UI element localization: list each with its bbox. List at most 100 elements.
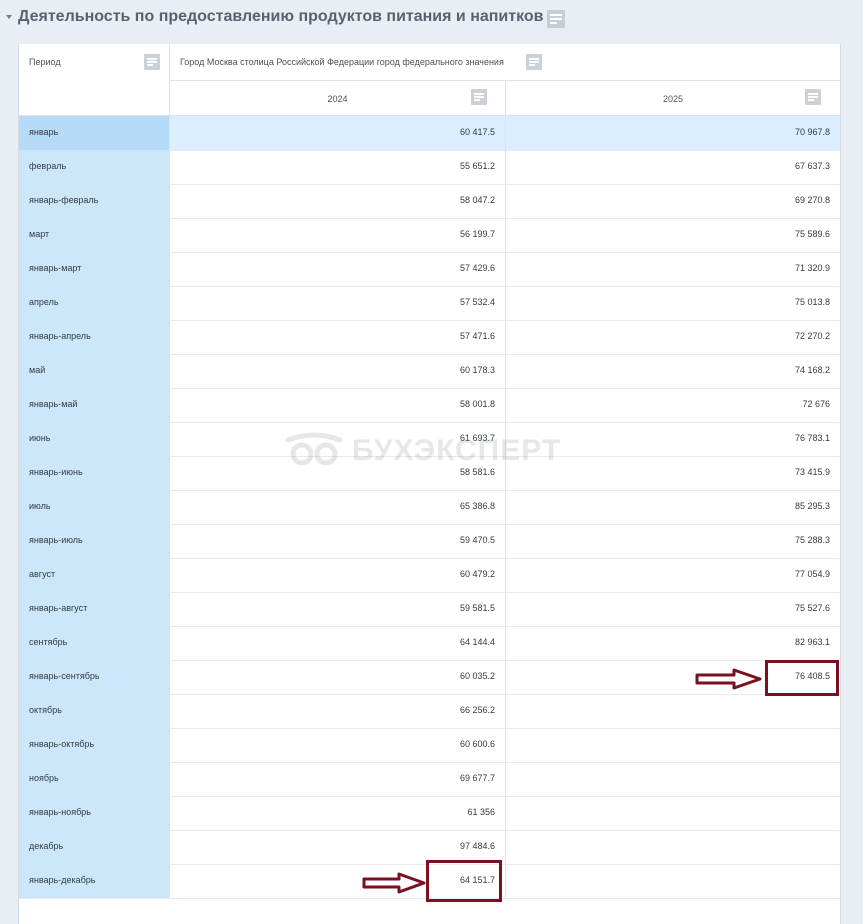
value-2025-cell[interactable]: 67 637.3: [506, 150, 840, 184]
value-2025-cell[interactable]: [506, 796, 840, 830]
value-2024-cell[interactable]: 60 035.2: [170, 660, 506, 694]
value-2025-cell[interactable]: 77 054.9: [506, 558, 840, 592]
value-2024-cell[interactable]: 69 677.7: [170, 762, 506, 796]
value-2025-cell[interactable]: [506, 762, 840, 796]
value-2024-cell[interactable]: 61 693.7: [170, 422, 506, 456]
value-2024-cell[interactable]: 64 151.7: [170, 864, 506, 898]
period-cell[interactable]: февраль: [19, 150, 170, 184]
value-2024-cell[interactable]: 60 178.3: [170, 354, 506, 388]
value-2025-cell[interactable]: 70 967.8: [506, 116, 840, 150]
period-cell[interactable]: март: [19, 218, 170, 252]
period-cell[interactable]: январь-май: [19, 388, 170, 422]
value-2024-cell[interactable]: 64 144.4: [170, 626, 506, 660]
table-row[interactable]: март 56 199.7 75 589.6: [19, 218, 840, 253]
table-row[interactable]: январь-июль 59 470.5 75 288.3: [19, 524, 840, 559]
period-label: февраль: [29, 161, 67, 171]
value-2025-cell[interactable]: 75 013.8: [506, 286, 840, 320]
value-2025-cell[interactable]: 72 270.2: [506, 320, 840, 354]
value-2024-cell[interactable]: 61 356: [170, 796, 506, 830]
table-row[interactable]: сентябрь 64 144.4 82 963.1: [19, 626, 840, 661]
value-2025-cell[interactable]: [506, 728, 840, 762]
value-2024-cell[interactable]: 97 484.6: [170, 830, 506, 864]
value-2024-cell[interactable]: 66 256.2: [170, 694, 506, 728]
period-cell[interactable]: сентябрь: [19, 626, 170, 660]
value-2024-cell[interactable]: 60 479.2: [170, 558, 506, 592]
value-2024-cell[interactable]: 59 470.5: [170, 524, 506, 558]
period-cell[interactable]: январь: [19, 116, 170, 150]
period-cell[interactable]: январь-апрель: [19, 320, 170, 354]
period-cell[interactable]: июнь: [19, 422, 170, 456]
period-cell[interactable]: январь-сентябрь: [19, 660, 170, 694]
table-row[interactable]: январь 60 417.5 70 967.8: [19, 116, 840, 151]
value-2025-cell[interactable]: 82 963.1: [506, 626, 840, 660]
table-row[interactable]: январь-июнь 58 581.6 73 415.9: [19, 456, 840, 491]
value-2025-cell[interactable]: 71 320.9: [506, 252, 840, 286]
table-row[interactable]: январь-февраль 58 047.2 69 270.8: [19, 184, 840, 219]
period-cell[interactable]: январь-ноябрь: [19, 796, 170, 830]
value-2025-cell[interactable]: [506, 830, 840, 864]
value-2025-cell[interactable]: 85 295.3: [506, 490, 840, 524]
table-row[interactable]: январь-декабрь 64 151.7: [19, 864, 840, 899]
value-2025-cell[interactable]: 76 408.5: [506, 660, 840, 694]
period-cell[interactable]: январь-август: [19, 592, 170, 626]
period-cell[interactable]: январь-декабрь: [19, 864, 170, 898]
year-2024-filter-icon[interactable]: [471, 89, 487, 105]
table-row[interactable]: январь-май 58 001.8 72 676: [19, 388, 840, 423]
region-filter-icon[interactable]: [526, 54, 542, 70]
table-row[interactable]: январь-сентябрь 60 035.2 76 408.5: [19, 660, 840, 695]
table-row[interactable]: ноябрь 69 677.7: [19, 762, 840, 797]
value-2025-cell[interactable]: 72 676: [506, 388, 840, 422]
value-2025-cell[interactable]: 76 783.1: [506, 422, 840, 456]
table-row[interactable]: октябрь 66 256.2: [19, 694, 840, 729]
value-2024-cell[interactable]: 58 047.2: [170, 184, 506, 218]
table-row[interactable]: январь-октябрь 60 600.6: [19, 728, 840, 763]
period-cell[interactable]: январь-март: [19, 252, 170, 286]
value-2024-cell[interactable]: 55 651.2: [170, 150, 506, 184]
table-row[interactable]: январь-август 59 581.5 75 527.6: [19, 592, 840, 627]
value-2025-cell[interactable]: 75 527.6: [506, 592, 840, 626]
period-cell[interactable]: октябрь: [19, 694, 170, 728]
table-row[interactable]: июнь 61 693.7 76 783.1: [19, 422, 840, 457]
value-2024-cell[interactable]: 57 471.6: [170, 320, 506, 354]
value-2024-cell[interactable]: 56 199.7: [170, 218, 506, 252]
period-cell[interactable]: ноябрь: [19, 762, 170, 796]
period-cell[interactable]: январь-февраль: [19, 184, 170, 218]
value-2024-cell[interactable]: 58 001.8: [170, 388, 506, 422]
period-cell[interactable]: апрель: [19, 286, 170, 320]
table-row[interactable]: июль 65 386.8 85 295.3: [19, 490, 840, 525]
chevron-down-icon[interactable]: [6, 15, 12, 19]
value-2025-cell[interactable]: 75 288.3: [506, 524, 840, 558]
value-2025-cell[interactable]: 75 589.6: [506, 218, 840, 252]
table-row[interactable]: январь-ноябрь 61 356: [19, 796, 840, 831]
period-cell[interactable]: май: [19, 354, 170, 388]
period-cell[interactable]: август: [19, 558, 170, 592]
period-cell[interactable]: декабрь: [19, 830, 170, 864]
value-2024-cell[interactable]: 60 600.6: [170, 728, 506, 762]
value-2025-cell[interactable]: 69 270.8: [506, 184, 840, 218]
period-filter-icon[interactable]: [144, 54, 160, 70]
value-2025-cell[interactable]: [506, 694, 840, 728]
table-row[interactable]: декабрь 97 484.6: [19, 830, 840, 865]
table-row[interactable]: май 60 178.3 74 168.2: [19, 354, 840, 389]
table-row[interactable]: февраль 55 651.2 67 637.3: [19, 150, 840, 185]
value-2024-cell[interactable]: 60 417.5: [170, 116, 506, 150]
table-row[interactable]: август 60 479.2 77 054.9: [19, 558, 840, 593]
table-row[interactable]: январь-март 57 429.6 71 320.9: [19, 252, 840, 287]
value-2024-cell[interactable]: 65 386.8: [170, 490, 506, 524]
table-row[interactable]: январь-апрель 57 471.6 72 270.2: [19, 320, 840, 355]
value-2025-cell[interactable]: 74 168.2: [506, 354, 840, 388]
period-cell[interactable]: июль: [19, 490, 170, 524]
period-cell[interactable]: январь-июнь: [19, 456, 170, 490]
value-2024-cell[interactable]: 57 532.4: [170, 286, 506, 320]
table-row[interactable]: апрель 57 532.4 75 013.8: [19, 286, 840, 321]
value-2024-cell[interactable]: 59 581.5: [170, 592, 506, 626]
value-2024-cell[interactable]: 58 581.6: [170, 456, 506, 490]
value-2024-cell[interactable]: 57 429.6: [170, 252, 506, 286]
year-2025-filter-icon[interactable]: [805, 89, 821, 105]
value-2025-cell[interactable]: 73 415.9: [506, 456, 840, 490]
period-cell[interactable]: январь-июль: [19, 524, 170, 558]
period-cell[interactable]: январь-октябрь: [19, 728, 170, 762]
value-2025: 85 295.3: [794, 501, 830, 511]
value-2025-cell[interactable]: [506, 864, 840, 898]
filter-icon[interactable]: [547, 10, 565, 28]
